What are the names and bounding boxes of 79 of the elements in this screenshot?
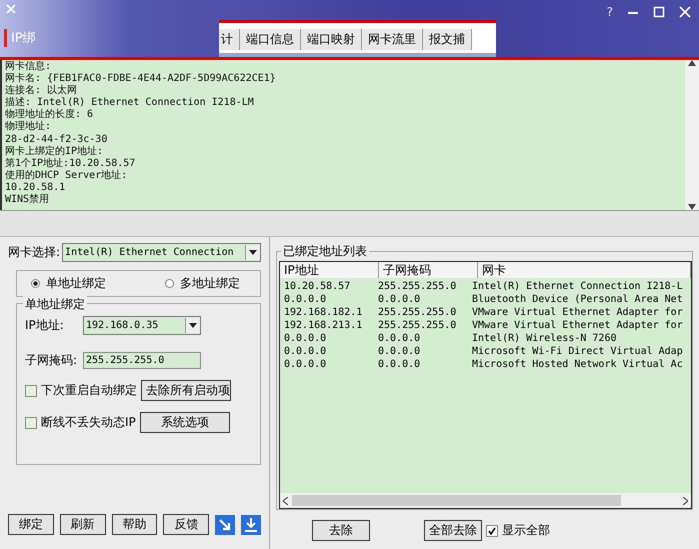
info-line: 连接名: 以太网 xyxy=(5,85,78,96)
arrow-icon[interactable] xyxy=(215,514,236,534)
adapter-label: 网卡选择: xyxy=(8,244,60,261)
table-cell-text: Intel(R) Wireless-N 7260 xyxy=(471,332,618,345)
checkbox-icon[interactable] xyxy=(25,384,37,396)
column-header[interactable]: 子网掩码 xyxy=(379,262,478,278)
check-icon xyxy=(488,526,496,534)
remove-button[interactable]: 去除 xyxy=(312,520,370,541)
help-button[interactable]: ? xyxy=(606,5,613,19)
table-cell-text: 0.0.0.0 xyxy=(283,345,328,358)
table-cell-text: 0.0.0.0 xyxy=(283,293,328,306)
table-cell-text: 0.0.0.0 xyxy=(377,293,422,306)
table-cell-text: 192.168.213.1 xyxy=(283,319,364,332)
tab[interactable]: 计 xyxy=(219,29,240,50)
option-button[interactable]: 去除所有启动项 xyxy=(141,380,231,401)
info-line: 网卡信息: xyxy=(5,61,52,72)
checkbox[interactable]: 断线不丢失动态IP xyxy=(25,414,136,431)
tab[interactable]: 报文捕 xyxy=(423,29,472,50)
table-cell-text: VMware Virtual Ethernet Adapter for xyxy=(471,319,684,332)
radio-button[interactable]: 多地址绑定 xyxy=(165,275,240,292)
radio-icon[interactable] xyxy=(31,279,40,288)
adapter-dropdown[interactable]: Intel(R) Ethernet Connection xyxy=(62,243,261,262)
table-cell-text: 255.255.255.0 xyxy=(377,319,458,332)
scroll-right-icon[interactable] xyxy=(683,496,688,504)
column-header[interactable]: IP地址 xyxy=(280,262,379,278)
table-cell-text: Microsoft Hosted Network Virtual Ac xyxy=(471,358,684,371)
checkbox[interactable]: 下次重启自动绑定 xyxy=(25,382,137,399)
ip-label: IP地址: xyxy=(25,317,65,334)
info-line: 使用的DHCP Server地址: xyxy=(5,170,128,182)
scroll-left-icon[interactable] xyxy=(283,496,288,504)
info-line: 10.20.58.1 xyxy=(5,182,66,194)
info-line: 网卡上绑定的IP地址: xyxy=(5,146,104,158)
checkbox[interactable]: 显示全部 xyxy=(486,522,550,539)
mask-input[interactable]: 255.255.255.0 xyxy=(83,352,201,369)
table-cell-text: 0.0.0.0 xyxy=(377,345,422,358)
table-cell-text: Bluetooth Device (Personal Area Net xyxy=(471,293,684,306)
table-cell-text: 255.255.255.0 xyxy=(377,280,458,293)
action-button[interactable]: 帮助 xyxy=(112,514,158,535)
dropdown-arrow-icon xyxy=(189,323,197,328)
remove-all-button[interactable]: 全部去除 xyxy=(424,520,482,541)
table-cell-text: 255.255.255.0 xyxy=(377,306,458,319)
table-cell-text: VMware Virtual Ethernet Adapter for xyxy=(471,306,684,319)
group-title: 已绑定地址列表 xyxy=(281,243,369,260)
table-cell-text: 0.0.0.0 xyxy=(283,332,328,345)
ip-dropdown[interactable]: 192.168.0.35 xyxy=(83,316,201,335)
info-line: WINS禁用 xyxy=(5,194,50,206)
mask-label: 子网掩码: xyxy=(25,352,78,369)
maximize-icon[interactable] xyxy=(653,6,665,18)
download-icon[interactable] xyxy=(241,514,261,534)
checkbox-icon[interactable] xyxy=(25,416,37,428)
group-title: 单地址绑定 xyxy=(23,296,87,313)
tab[interactable]: 网卡流里 xyxy=(362,29,423,50)
table-cell-text: 10.20.58.57 xyxy=(283,280,352,293)
action-button[interactable]: 刷新 xyxy=(60,514,106,535)
info-line: 网卡名: {FEB1FAC0-FDBE-4E44-A2DF-5D99AC622CE1} xyxy=(5,73,277,84)
tab[interactable]: 端口映射 xyxy=(301,29,362,50)
info-line: 第1个IP地址:10.20.58.57 xyxy=(5,158,136,170)
checkbox-icon[interactable] xyxy=(486,524,498,536)
radio-button[interactable]: 单地址绑定 xyxy=(31,275,106,292)
action-button[interactable]: 反馈 xyxy=(163,514,210,535)
info-line: 物理地址: xyxy=(5,121,52,134)
table-cell-text: Intel(R) Ethernet Connection I218-L xyxy=(471,280,684,293)
table-cell-text: 0.0.0.0 xyxy=(377,358,422,371)
action-button[interactable]: 绑定 xyxy=(8,514,54,535)
column-header[interactable]: 网卡 xyxy=(478,262,691,278)
close-icon[interactable] xyxy=(679,6,691,18)
tab[interactable]: 端口信息 xyxy=(240,29,301,50)
info-line: 28-d2-44-f2-3c-30 xyxy=(5,134,108,146)
dropdown-arrow-icon xyxy=(249,250,257,255)
table-cell-text: Microsoft Wi-Fi Direct Virtual Adap xyxy=(471,345,684,358)
scrollbar[interactable] xyxy=(280,493,691,508)
table-cell-text: 192.168.182.1 xyxy=(283,306,364,319)
info-line: 描述: Intel(R) Ethernet Connection I218-LM xyxy=(5,97,255,108)
option-button[interactable]: 系统选项 xyxy=(140,412,230,433)
table-cell-text: 0.0.0.0 xyxy=(283,358,328,371)
scrollbar[interactable] xyxy=(685,60,699,210)
radio-icon[interactable] xyxy=(165,279,174,288)
table-cell-text: 0.0.0.0 xyxy=(377,332,422,345)
info-line: 物理地址的长度: 6 xyxy=(5,109,94,120)
